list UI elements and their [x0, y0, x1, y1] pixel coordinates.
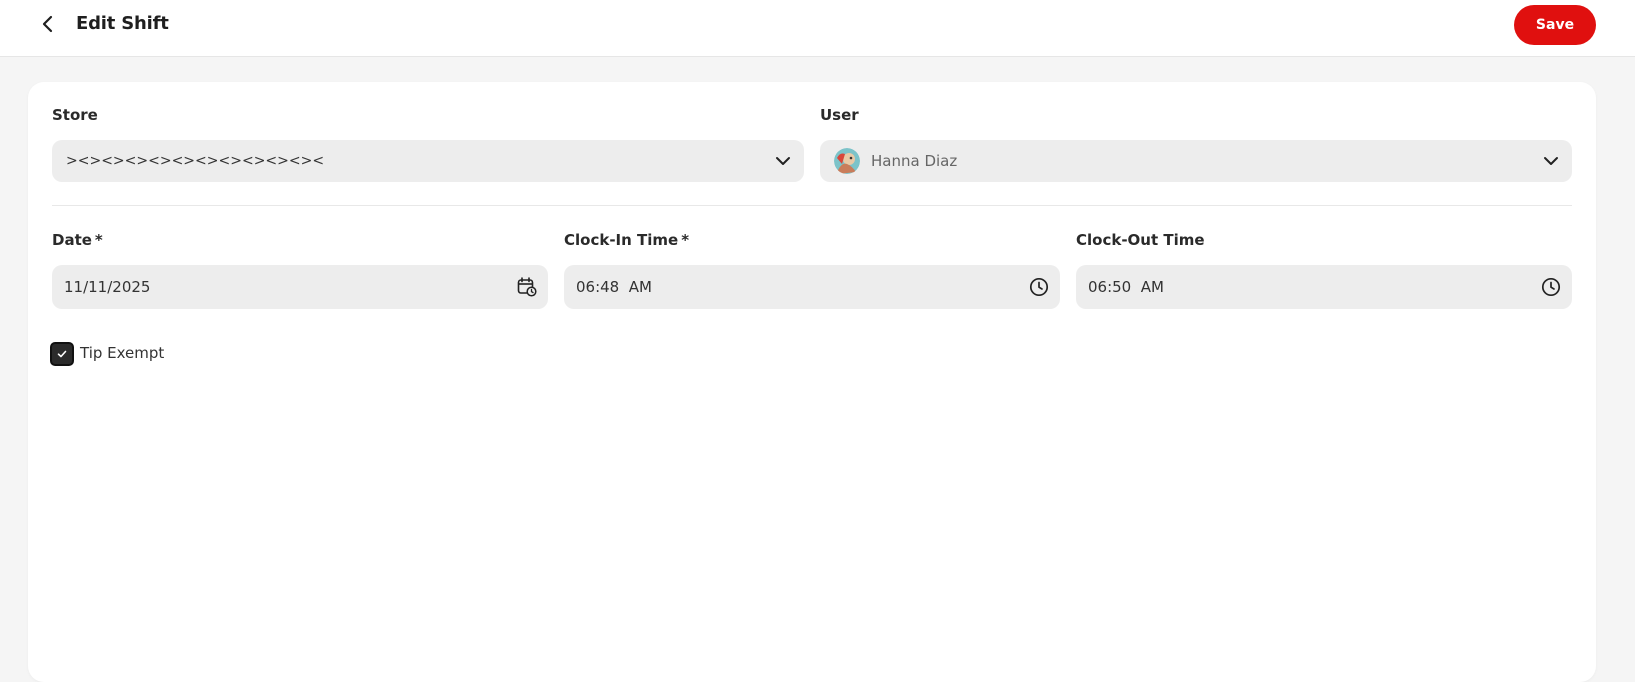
- check-icon: [57, 350, 67, 358]
- store-label: Store: [52, 106, 98, 124]
- clock-in-value: 06:48 AM: [576, 278, 652, 296]
- top-bar: Edit Shift Save: [0, 0, 1635, 57]
- clock-out-label: Clock-Out Time: [1076, 231, 1205, 249]
- clock-in-input[interactable]: 06:48 AM: [564, 265, 1060, 309]
- date-input[interactable]: 11/11/2025: [52, 265, 548, 309]
- required-mark: *: [94, 231, 103, 249]
- chevron-down-icon: [1540, 150, 1562, 172]
- required-mark: *: [681, 231, 690, 249]
- tip-exempt-label[interactable]: Tip Exempt: [80, 344, 164, 362]
- clock-out-input[interactable]: 06:50 AM: [1076, 265, 1572, 309]
- clock-in-label-text: Clock-In Time: [564, 231, 679, 249]
- page-title: Edit Shift: [76, 13, 169, 34]
- avatar: [834, 148, 860, 174]
- back-button[interactable]: [36, 12, 60, 36]
- clock-icon[interactable]: [1028, 276, 1050, 298]
- calendar-clock-icon[interactable]: [516, 276, 538, 298]
- user-value: Hanna Diaz: [871, 152, 958, 170]
- save-button[interactable]: Save: [1514, 5, 1596, 45]
- clock-icon[interactable]: [1540, 276, 1562, 298]
- clock-in-label: Clock-In Time *: [564, 231, 689, 249]
- store-value: ><><><><><><><><><><><: [66, 153, 325, 169]
- section-divider: [52, 205, 1572, 206]
- user-select[interactable]: Hanna Diaz: [820, 140, 1572, 182]
- date-value: 11/11/2025: [64, 278, 151, 296]
- chevron-left-icon: [42, 15, 53, 33]
- tip-exempt-checkbox[interactable]: [50, 342, 74, 366]
- clock-out-value: 06:50 AM: [1088, 278, 1164, 296]
- shift-form-card: Store ><><><><><><><><><><>< User Hanna …: [28, 82, 1596, 682]
- user-label: User: [820, 106, 859, 124]
- store-select[interactable]: ><><><><><><><><><><><: [52, 140, 804, 182]
- chevron-down-icon: [772, 150, 794, 172]
- date-label: Date *: [52, 231, 103, 249]
- date-label-text: Date: [52, 231, 92, 249]
